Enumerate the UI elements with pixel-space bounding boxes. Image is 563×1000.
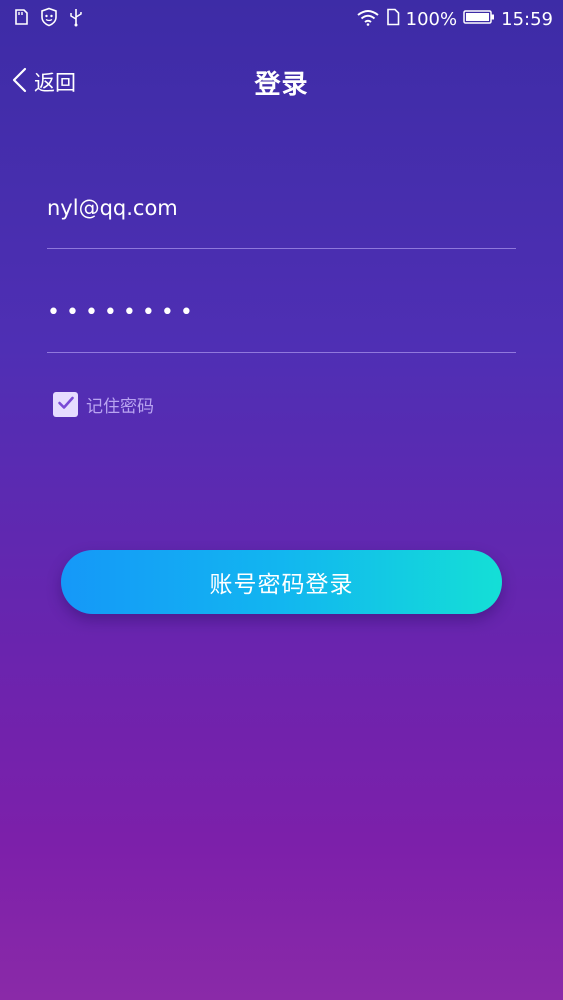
checkmark-icon [57, 395, 75, 415]
sim-icon [386, 8, 400, 31]
sd-card-icon [12, 8, 30, 31]
status-left-icons [12, 7, 84, 32]
email-field[interactable] [47, 196, 516, 220]
wifi-icon [356, 8, 380, 31]
usb-icon [68, 7, 84, 32]
battery-icon [463, 9, 495, 30]
remember-password-toggle[interactable]: 记住密码 [53, 392, 154, 417]
status-bar: 100% 15:59 [0, 0, 563, 38]
remember-password-label: 记住密码 [86, 397, 154, 417]
shield-face-icon [39, 7, 59, 32]
nav-bar: 返回 登录 [0, 52, 563, 112]
password-field-container [47, 300, 516, 353]
status-right-icons: 100% 15:59 [356, 8, 553, 31]
login-button[interactable]: 账号密码登录 [61, 550, 502, 614]
remember-password-checkbox[interactable] [53, 392, 78, 417]
status-time: 15:59 [501, 8, 553, 30]
page-title: 登录 [254, 70, 309, 100]
password-field[interactable] [47, 300, 516, 325]
login-button-label: 账号密码登录 [209, 572, 354, 598]
email-field-container [47, 196, 516, 249]
battery-percent: 100% [405, 8, 458, 30]
